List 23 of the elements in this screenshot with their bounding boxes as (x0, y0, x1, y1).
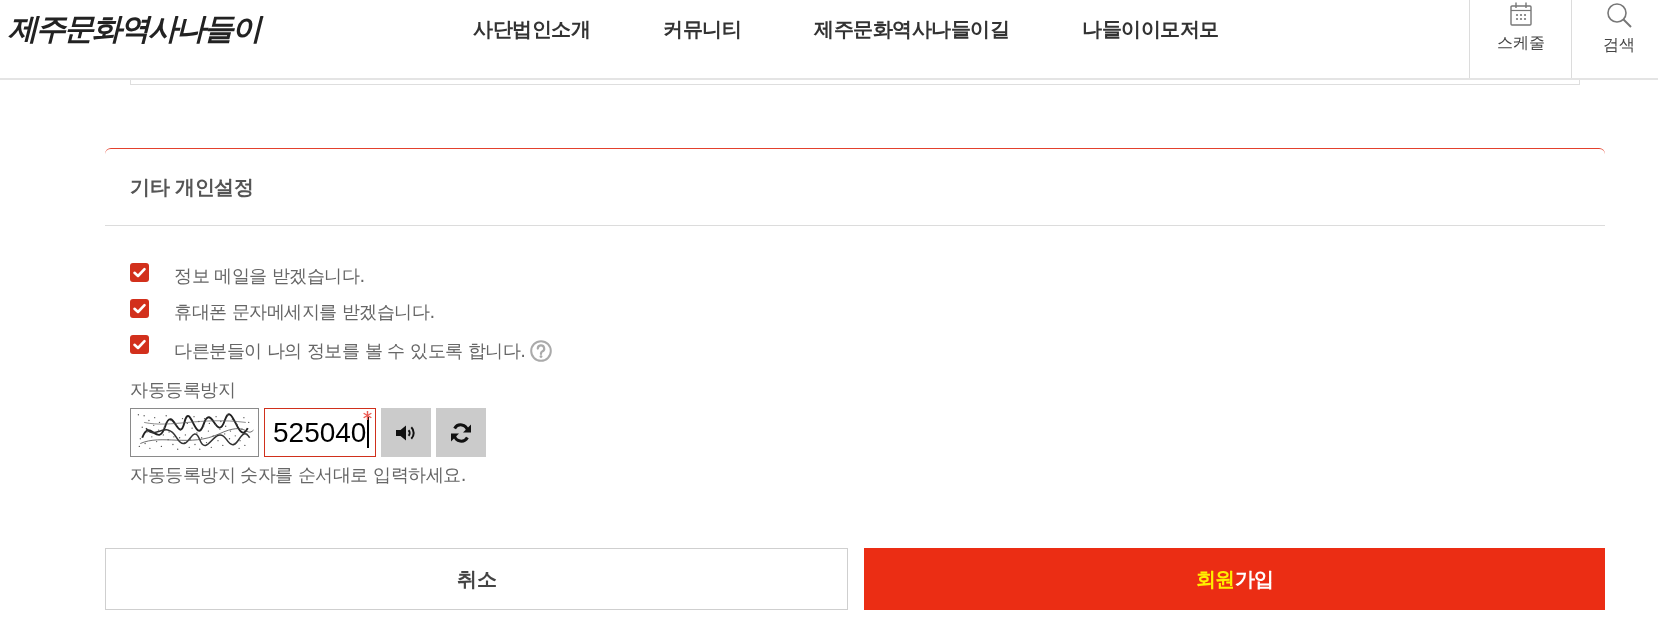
captcha-hint: 자동등록방지 숫자를 순서대로 입력하세요. (130, 463, 466, 487)
checkbox[interactable] (130, 299, 149, 318)
nav-link[interactable]: 사단법인소개 (473, 16, 590, 42)
captcha-input[interactable]: 525040 (264, 408, 376, 457)
search-icon (1606, 2, 1632, 28)
checkbox[interactable] (130, 335, 149, 354)
cancel-button[interactable]: 취소 (105, 548, 848, 610)
option-label: 다른분들이 나의 정보를 볼 수 있도록 합니다. (174, 339, 526, 363)
refresh-icon (449, 420, 473, 445)
signup-button[interactable]: 회원가입 (864, 548, 1605, 610)
captcha-label: 자동등록방지 (130, 378, 235, 402)
calendar-icon (1509, 2, 1532, 26)
refresh-button[interactable] (436, 408, 486, 457)
section-title: 기타 개인설정 (130, 173, 254, 201)
option-label: 휴대폰 문자메세지를 받겠습니다. (174, 300, 435, 324)
search-button[interactable]: 검색 (1571, 0, 1658, 78)
nav-link[interactable]: 나들이이모저모 (1082, 16, 1219, 42)
option-label: 정보 메일을 받겠습니다. (174, 264, 365, 288)
schedule-button[interactable]: 스케줄 (1469, 0, 1571, 78)
audio-button[interactable] (381, 408, 431, 457)
nav-link[interactable]: 제주문화역사나들이길 (814, 16, 1009, 42)
checkbox[interactable] (130, 263, 149, 282)
nav-link[interactable]: 커뮤니티 (663, 16, 741, 42)
